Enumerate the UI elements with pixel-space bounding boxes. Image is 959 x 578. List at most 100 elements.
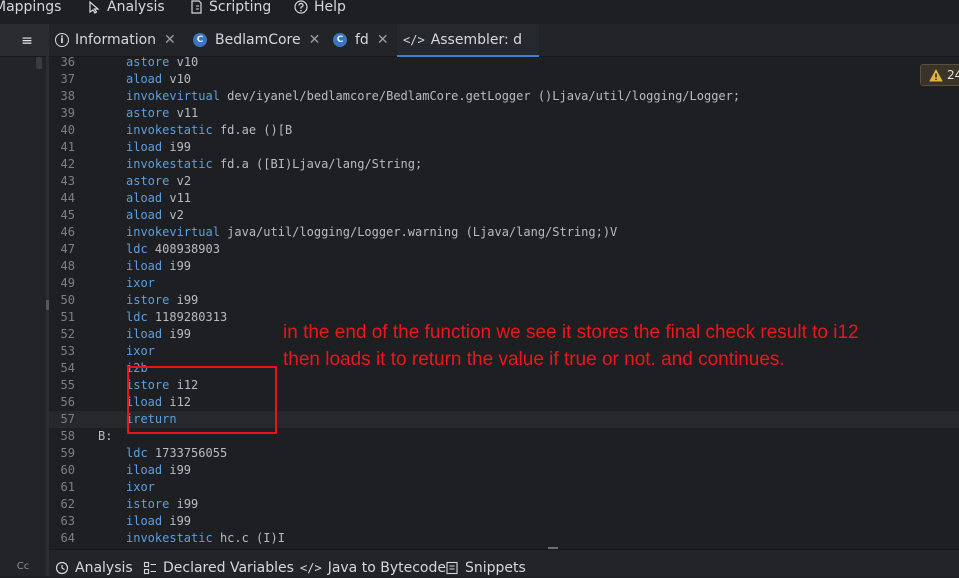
line-number: 52 [60, 327, 75, 341]
operand: i99 [169, 140, 192, 154]
line-number: 64 [60, 531, 75, 545]
menu-help[interactable]: Help [294, 0, 346, 18]
operand: v2 [169, 208, 184, 222]
menu-analysis-label: Analysis [107, 0, 165, 15]
code-line[interactable]: 46 invokevirtual java/util/logging/Logger… [49, 224, 959, 241]
code-line[interactable]: 36 astore v10 [49, 57, 959, 71]
line-number: 49 [60, 276, 75, 290]
class-icon: C [333, 33, 347, 47]
code-line[interactable]: 40 invokestatic fd.ae ()[B [49, 122, 959, 139]
opcode: iload [126, 259, 163, 273]
line-number: 39 [60, 106, 75, 120]
close-icon[interactable]: ✕ [164, 32, 176, 48]
tab-information-label: Information [75, 32, 157, 48]
operand: i99 [176, 293, 199, 307]
line-number: 44 [60, 191, 75, 205]
line-number: 50 [60, 293, 75, 307]
analysis-icon [55, 561, 69, 575]
code-line[interactable]: 47 ldc 408938903 [49, 241, 959, 258]
menu-scripting[interactable]: Scripting [190, 0, 271, 18]
tab-bedlamcore[interactable]: C BedlamCore ✕ [193, 24, 323, 56]
menu-analysis[interactable]: Analysis [88, 0, 165, 18]
code-line[interactable]: 43 astore v2 [49, 173, 959, 190]
code-line[interactable]: 50 istore i99 [49, 292, 959, 309]
opcode: ldc [126, 242, 148, 256]
code-line[interactable]: 42 invokestatic fd.a ([BI)Ljava/lang/Stri… [49, 156, 959, 173]
opcode: astore [126, 57, 170, 69]
opcode: aload [126, 72, 163, 86]
bytecode-editor[interactable]: 36 astore v10 37 aload v10 38 invokevirtual d… [49, 57, 959, 549]
left-panel-header: ≡ [0, 24, 46, 57]
hamburger-menu-icon[interactable]: ≡ [14, 28, 40, 54]
line-number: 63 [60, 514, 75, 528]
opcode: invokestatic [126, 531, 213, 545]
line-number: 48 [60, 259, 75, 273]
code-label: B: [98, 428, 112, 445]
opcode: ixor [126, 344, 155, 358]
close-icon[interactable]: ✕ [377, 32, 389, 48]
instruction: aload v10 [126, 71, 191, 88]
operand: 408938903 [154, 242, 220, 256]
instruction: ldc 408938903 [126, 241, 220, 258]
variables-icon [143, 561, 156, 575]
tab-assembler[interactable]: </> Assembler: d [397, 24, 539, 57]
code-line[interactable]: 49 ixor [49, 275, 959, 292]
code-line[interactable]: 64 invokestatic hc.c (I)I [49, 530, 959, 547]
opcode: iload [126, 463, 163, 477]
opcode: ldc [126, 310, 148, 324]
operand: fd.ae ()[B [219, 123, 293, 137]
line-number: 59 [60, 446, 75, 460]
line-number: 56 [60, 395, 75, 409]
code-line[interactable]: 63 iload i99 [49, 513, 959, 530]
operand: dev/iyanel/bedlamcore/BedlamCore.getLogg… [227, 89, 741, 103]
instruction: iload i99 [126, 513, 191, 530]
annotation-line-2: then loads it to return the value if tru… [283, 349, 785, 370]
line-number: 36 [60, 57, 75, 69]
opcode: istore [126, 497, 170, 511]
code-line[interactable]: 37 aload v10 [49, 71, 959, 88]
code-line[interactable]: 60 iload i99 [49, 462, 959, 479]
instruction: iload i99 [126, 462, 191, 479]
line-number: 47 [60, 242, 75, 256]
tab-information[interactable]: i Information ✕ [55, 24, 179, 56]
line-number: 46 [60, 225, 75, 239]
code-line[interactable]: 62 istore i99 [49, 496, 959, 513]
bottom-tab-analysis[interactable]: Analysis [55, 558, 133, 578]
code-line[interactable]: 39 astore v11 [49, 105, 959, 122]
operand: i99 [169, 514, 192, 528]
opcode: iload [126, 514, 163, 528]
opcode: invokestatic [126, 123, 213, 137]
instruction: ixor [126, 479, 155, 496]
bottom-tab-declared-variables-label: Declared Variables [163, 560, 294, 576]
left-panel-scrollbar[interactable] [36, 57, 42, 69]
annotation-line-1: in the end of the function we see it sto… [283, 322, 859, 343]
tab-fd-label: fd [355, 32, 369, 48]
left-panel-footer: Cc [16, 560, 30, 572]
bottom-tab-java-to-bytecode[interactable]: </> Java to Bytecode [300, 558, 446, 578]
menu-bar: Mappings Analysis Scripting Help [0, 0, 959, 24]
menu-mappings[interactable]: Mappings [0, 0, 61, 18]
menu-mappings-label: Mappings [0, 0, 62, 15]
code-line[interactable]: 61 ixor [49, 479, 959, 496]
line-number: 53 [60, 344, 75, 358]
instruction: astore v2 [126, 173, 191, 190]
annotation-highlight-box [127, 366, 277, 434]
opcode: iload [126, 140, 163, 154]
operand: v11 [176, 106, 199, 120]
code-line[interactable]: 38 invokevirtual dev/iyanel/bedlamcore/Be… [49, 88, 959, 105]
code-line[interactable]: 45 aload v2 [49, 207, 959, 224]
class-icon: C [193, 33, 207, 47]
instruction: iload i99 [126, 139, 191, 156]
code-line[interactable]: 41 iload i99 [49, 139, 959, 156]
code-icon: </> [300, 561, 322, 575]
warnings-badge[interactable]: 24 [920, 64, 959, 86]
tab-assembler-label: Assembler: d [430, 32, 523, 48]
bottom-tab-snippets[interactable]: Snippets [445, 558, 526, 578]
opcode: aload [126, 208, 163, 222]
code-line[interactable]: 44 aload v11 [49, 190, 959, 207]
code-line[interactable]: 48 iload i99 [49, 258, 959, 275]
close-icon[interactable]: ✕ [309, 32, 321, 48]
bottom-tab-declared-variables[interactable]: Declared Variables [143, 558, 294, 578]
code-line[interactable]: 59 ldc 1733756055 [49, 445, 959, 462]
warning-icon [929, 69, 943, 81]
